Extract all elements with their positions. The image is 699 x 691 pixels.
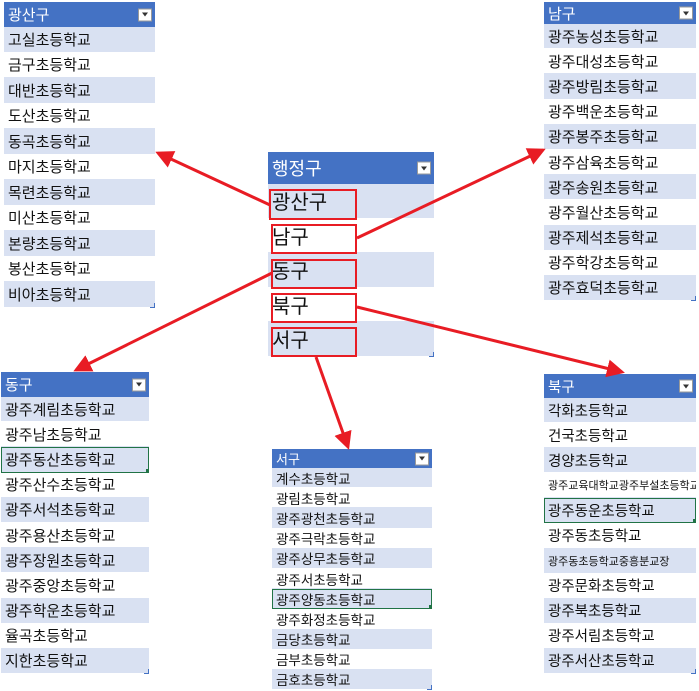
table-header[interactable]: 동구 [1, 372, 149, 397]
highlight-box-동구 [271, 259, 357, 289]
table-row[interactable]: 광주남초등학교 [1, 422, 149, 448]
table-row[interactable]: 지한초등학교 [1, 648, 149, 675]
table-resize-handle[interactable] [429, 351, 434, 357]
table-district: 행정구 광산구 남구 동구 북구 서구 [268, 152, 434, 357]
arrow-to-seo [314, 356, 352, 450]
table-row[interactable]: 광주장원초등학교 [1, 548, 149, 574]
table-row[interactable]: 경양초등학교 [544, 448, 696, 474]
table-header[interactable]: 북구 [544, 374, 696, 398]
table-row[interactable]: 광주극락초등학교 [272, 528, 432, 549]
highlight-box-북구 [271, 293, 357, 323]
table-row[interactable]: 광주삼육초등학교 [544, 149, 696, 176]
table-resize-handle[interactable] [691, 669, 696, 675]
table-row[interactable]: 미산초등학교 [4, 205, 155, 231]
table-resize-handle[interactable] [144, 669, 149, 675]
table-row[interactable]: 광주교육대학교광주부설초등학교 [544, 473, 696, 499]
header-label: 광산구 [8, 6, 50, 24]
table-row[interactable]: 금당초등학교 [272, 629, 432, 650]
table-row[interactable]: 광주월산초등학교 [544, 200, 696, 226]
table-row[interactable]: 동곡초등학교 [4, 129, 155, 155]
table-resize-handle[interactable] [427, 685, 432, 691]
chevron-down-icon [142, 12, 148, 17]
header-label: 행정구 [272, 159, 322, 180]
table-row[interactable]: 광주양동초등학교 [272, 589, 432, 610]
table-row[interactable]: 금부초등학교 [272, 649, 432, 670]
chevron-down-icon [421, 166, 427, 170]
table-row[interactable]: 광주농성초등학교 [544, 24, 696, 50]
table-row[interactable]: 광주광천초등학교 [272, 508, 432, 529]
table-row[interactable]: 광주상무초등학교 [272, 548, 432, 569]
header-label: 서구 [276, 453, 300, 468]
filter-dropdown-icon[interactable] [132, 378, 146, 391]
table-row[interactable]: 광주산수초등학교 [1, 472, 149, 498]
highlight-box-남구 [271, 224, 357, 254]
table-row[interactable]: 광주봉주초등학교 [544, 124, 696, 150]
table-row[interactable]: 금호초등학교 [272, 669, 432, 691]
table-row[interactable]: 광주문화초등학교 [544, 573, 696, 599]
table-row[interactable]: 광주용산초등학교 [1, 522, 149, 549]
table-header[interactable]: 서구 [272, 449, 432, 468]
table-row[interactable]: 광주동초등학교 [544, 523, 696, 549]
table-row[interactable]: 광주북초등학교 [544, 598, 696, 624]
filter-dropdown-icon[interactable] [138, 8, 152, 21]
table-row[interactable]: 봉산초등학교 [4, 256, 155, 282]
filter-dropdown-icon[interactable] [679, 6, 693, 20]
table-row[interactable]: 광주제석초등학교 [544, 225, 696, 251]
table-row[interactable]: 대반초등학교 [4, 78, 155, 104]
table-row[interactable]: 비아초등학교 [4, 282, 155, 308]
table-row[interactable]: 광주중앙초등학교 [1, 573, 149, 599]
table-resize-handle[interactable] [150, 302, 155, 308]
table-row[interactable]: 본량초등학교 [4, 231, 155, 257]
table-dong: 동구광주계림초등학교 광주남초등학교 광주동산초등학교 광주산수초등학교 광주서석초등학… [1, 372, 149, 675]
table-buk: 북구각화초등학교 건국초등학교 경양초등학교 광주교육대학교광주부설초등학교 광주동운초… [544, 374, 696, 675]
table-row[interactable]: 광주화정초등학교 [272, 609, 432, 630]
table-row[interactable]: 계수초등학교 [272, 468, 432, 489]
table-row[interactable]: 광주서산초등학교 [544, 648, 696, 675]
table-row[interactable]: 광주송원초등학교 [544, 175, 696, 201]
table-row[interactable]: 광주효덕초등학교 [544, 275, 696, 302]
table-row[interactable]: 광주방림초등학교 [544, 74, 696, 100]
table-row[interactable]: 광주학강초등학교 [544, 250, 696, 276]
chevron-down-icon [683, 384, 689, 388]
table-row[interactable]: 건국초등학교 [544, 423, 696, 449]
table-row[interactable]: 광림초등학교 [272, 488, 432, 509]
table-row[interactable]: 마지초등학교 [4, 154, 155, 180]
table-row[interactable]: 광주서림초등학교 [544, 623, 696, 649]
highlight-box-서구 [271, 327, 357, 357]
table-resize-handle[interactable] [691, 296, 696, 302]
table-row[interactable]: 도산초등학교 [4, 103, 155, 129]
header-label: 북구 [548, 379, 575, 396]
chevron-down-icon [683, 11, 689, 15]
table-row[interactable]: 광주대성초등학교 [544, 49, 696, 75]
arrow-to-gwangsan [155, 151, 271, 207]
table-row[interactable]: 광주계림초등학교 [1, 397, 149, 423]
table-row[interactable]: 율곡초등학교 [1, 623, 149, 649]
table-row[interactable]: 광주동운초등학교 [544, 498, 696, 524]
header-label: 남구 [548, 4, 576, 23]
table-seo: 서구 계수초등학교 광림초등학교 광주광천초등학교 광주극락초등학교 광주상무초등학교 광주… [272, 449, 432, 691]
table-row[interactable]: 광주동산초등학교 [1, 447, 149, 473]
filter-dropdown-icon[interactable] [679, 379, 693, 393]
table-gwangsan: 광산구고실초등학교 금구초등학교 대반초등학교 도산초등학교 동곡초등학교 마지초등학교 목… [4, 2, 155, 308]
table-row[interactable]: 금구초등학교 [4, 52, 155, 78]
highlight-box-광산구 [269, 189, 357, 220]
table-row[interactable]: 광주백운초등학교 [544, 99, 696, 125]
header-label: 동구 [5, 376, 33, 394]
table-header[interactable]: 남구 [544, 2, 696, 24]
table-row[interactable]: 광주동초등학교중흥분교장 [544, 548, 696, 574]
table-row[interactable]: 광주서석초등학교 [1, 497, 149, 523]
table-header[interactable]: 행정구 [268, 152, 434, 184]
filter-dropdown-icon[interactable] [417, 161, 431, 175]
filter-dropdown-icon[interactable] [415, 452, 429, 465]
chevron-down-icon [419, 456, 425, 461]
chevron-down-icon [136, 382, 142, 387]
table-header[interactable]: 광산구 [4, 2, 155, 27]
table-row[interactable]: 고실초등학교 [4, 27, 155, 53]
table-row[interactable]: 광주학운초등학교 [1, 598, 149, 624]
table-row[interactable]: 각화초등학교 [544, 398, 696, 424]
table-row[interactable]: 목련초등학교 [4, 180, 155, 206]
table-row[interactable]: 광주서초등학교 [272, 568, 432, 590]
table-nam: 남구 광주농성초등학교 광주대성초등학교 광주방림초등학교 광주백운초등학교 광주봉주초등… [544, 2, 696, 302]
